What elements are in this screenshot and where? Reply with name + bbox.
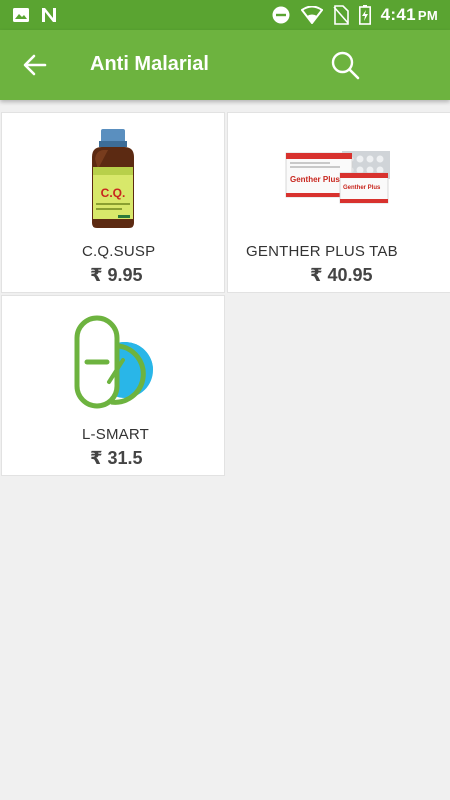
product-name: C.Q.SUSP <box>82 243 156 260</box>
app-bar: Anti Malarial <box>0 30 450 100</box>
svg-text:Genther Plus: Genther Plus <box>290 175 340 184</box>
product-name: L-SMART <box>82 426 149 443</box>
product-image: C.Q. <box>2 121 224 236</box>
image-icon <box>13 8 29 22</box>
product-price: ₹ 9.95 <box>90 265 143 285</box>
syrup-bottle-icon: C.Q. <box>92 128 134 228</box>
product-image: Genther Plus Genther Plus <box>228 121 450 236</box>
dnd-icon <box>272 6 290 24</box>
product-name: GENTHER PLUS TAB <box>246 243 398 260</box>
product-price: ₹ 40.95 <box>310 265 373 285</box>
product-card[interactable]: C.Q. C.Q.SUSP ₹ 9.95 <box>1 112 225 293</box>
arrow-left-icon[interactable] <box>22 52 48 78</box>
svg-text:C.Q.: C.Q. <box>101 186 126 200</box>
product-grid: C.Q. C.Q.SUSP ₹ 9.95 Genther Plus Genthe… <box>0 112 450 476</box>
wifi-icon <box>300 6 323 24</box>
product-card[interactable]: Genther Plus Genther Plus GENTHER PLUS T… <box>227 112 450 293</box>
page-title: Anti Malarial <box>90 53 209 75</box>
capsule-icon <box>74 315 153 408</box>
search-icon[interactable] <box>330 50 360 80</box>
product-card[interactable]: L-SMART ₹ 31.5 <box>1 295 225 476</box>
svg-text:Genther Plus: Genther Plus <box>343 185 381 191</box>
status-time: 4:41 PM <box>380 5 438 24</box>
no-sim-icon <box>333 5 349 25</box>
product-price: ₹ 31.5 <box>90 448 143 468</box>
battery-charging-icon <box>358 5 371 25</box>
tablet-box-icon: Genther Plus Genther Plus <box>285 150 390 203</box>
product-image <box>2 304 224 419</box>
status-bar: 4:41 PM <box>0 0 450 30</box>
n-icon <box>42 8 56 22</box>
